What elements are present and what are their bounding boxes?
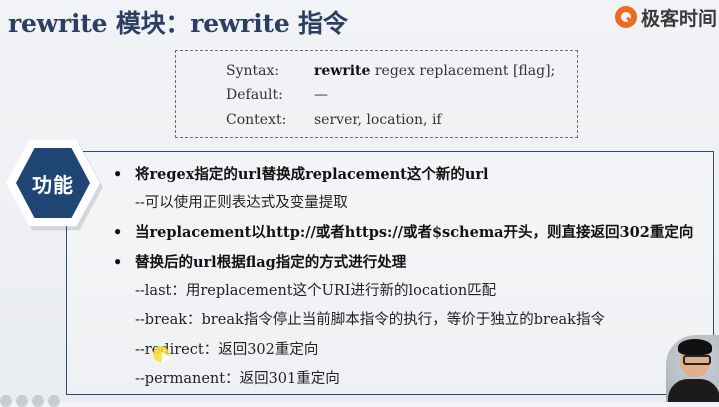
default-key: Default:: [226, 87, 283, 103]
bullet-icon: •: [113, 254, 123, 271]
list-item: • 替换后的url根据flag指定的方式进行处理: [113, 253, 407, 273]
control-icon[interactable]: [32, 395, 44, 407]
list-item: --可以使用正则表达式及变量提取: [135, 195, 348, 211]
default-row: Default: —: [176, 85, 577, 105]
context-row: Context: server, location, if: [176, 110, 577, 130]
syntax-box: Syntax: rewrite regex replacement [flag]…: [175, 50, 578, 138]
list-item: • 当replacement以http://或者https://或者$schem…: [113, 223, 694, 243]
bullet-icon: •: [113, 224, 123, 241]
list-item-text: 当replacement以http://或者https://或者$schema开…: [135, 224, 694, 241]
list-item: • 将regex指定的url替换成replacement这个新的url: [113, 165, 489, 185]
presenter-webcam: [666, 335, 719, 402]
context-key: Context:: [226, 112, 287, 128]
function-badge: 功能: [6, 138, 103, 231]
syntax-key: Syntax:: [226, 63, 280, 79]
bullet-icon: •: [113, 166, 123, 183]
syntax-args: regex replacement [flag];: [370, 63, 556, 79]
brand-logo-text: 极客时间: [641, 7, 718, 30]
syntax-row: Syntax: rewrite regex replacement [flag]…: [176, 61, 577, 81]
slide-title: rewrite 模块：rewrite 指令: [8, 9, 348, 38]
mouse-cursor-icon: [153, 346, 169, 362]
list-item: --permanent：返回301重定向: [135, 371, 340, 387]
syntax-value: rewrite regex replacement [flag];: [314, 61, 555, 81]
control-icon[interactable]: [48, 395, 60, 407]
list-item-text: 替换后的url根据flag指定的方式进行处理: [135, 254, 407, 271]
control-icon[interactable]: [16, 395, 28, 407]
list-item: --last：用replacement这个URI进行新的location匹配: [135, 283, 497, 299]
player-controls[interactable]: [0, 395, 60, 407]
geektime-logo-icon: [615, 6, 637, 28]
default-value: —: [314, 87, 328, 103]
control-icon[interactable]: [0, 395, 12, 407]
brand-logo: 极客时间: [615, 3, 719, 31]
context-value: server, location, if: [314, 112, 442, 128]
list-item: --break：break指令停止当前脚本指令的执行，等价于独立的break指令: [135, 312, 605, 328]
list-item-text: 将regex指定的url替换成replacement这个新的url: [135, 166, 489, 183]
syntax-directive: rewrite: [314, 63, 371, 79]
